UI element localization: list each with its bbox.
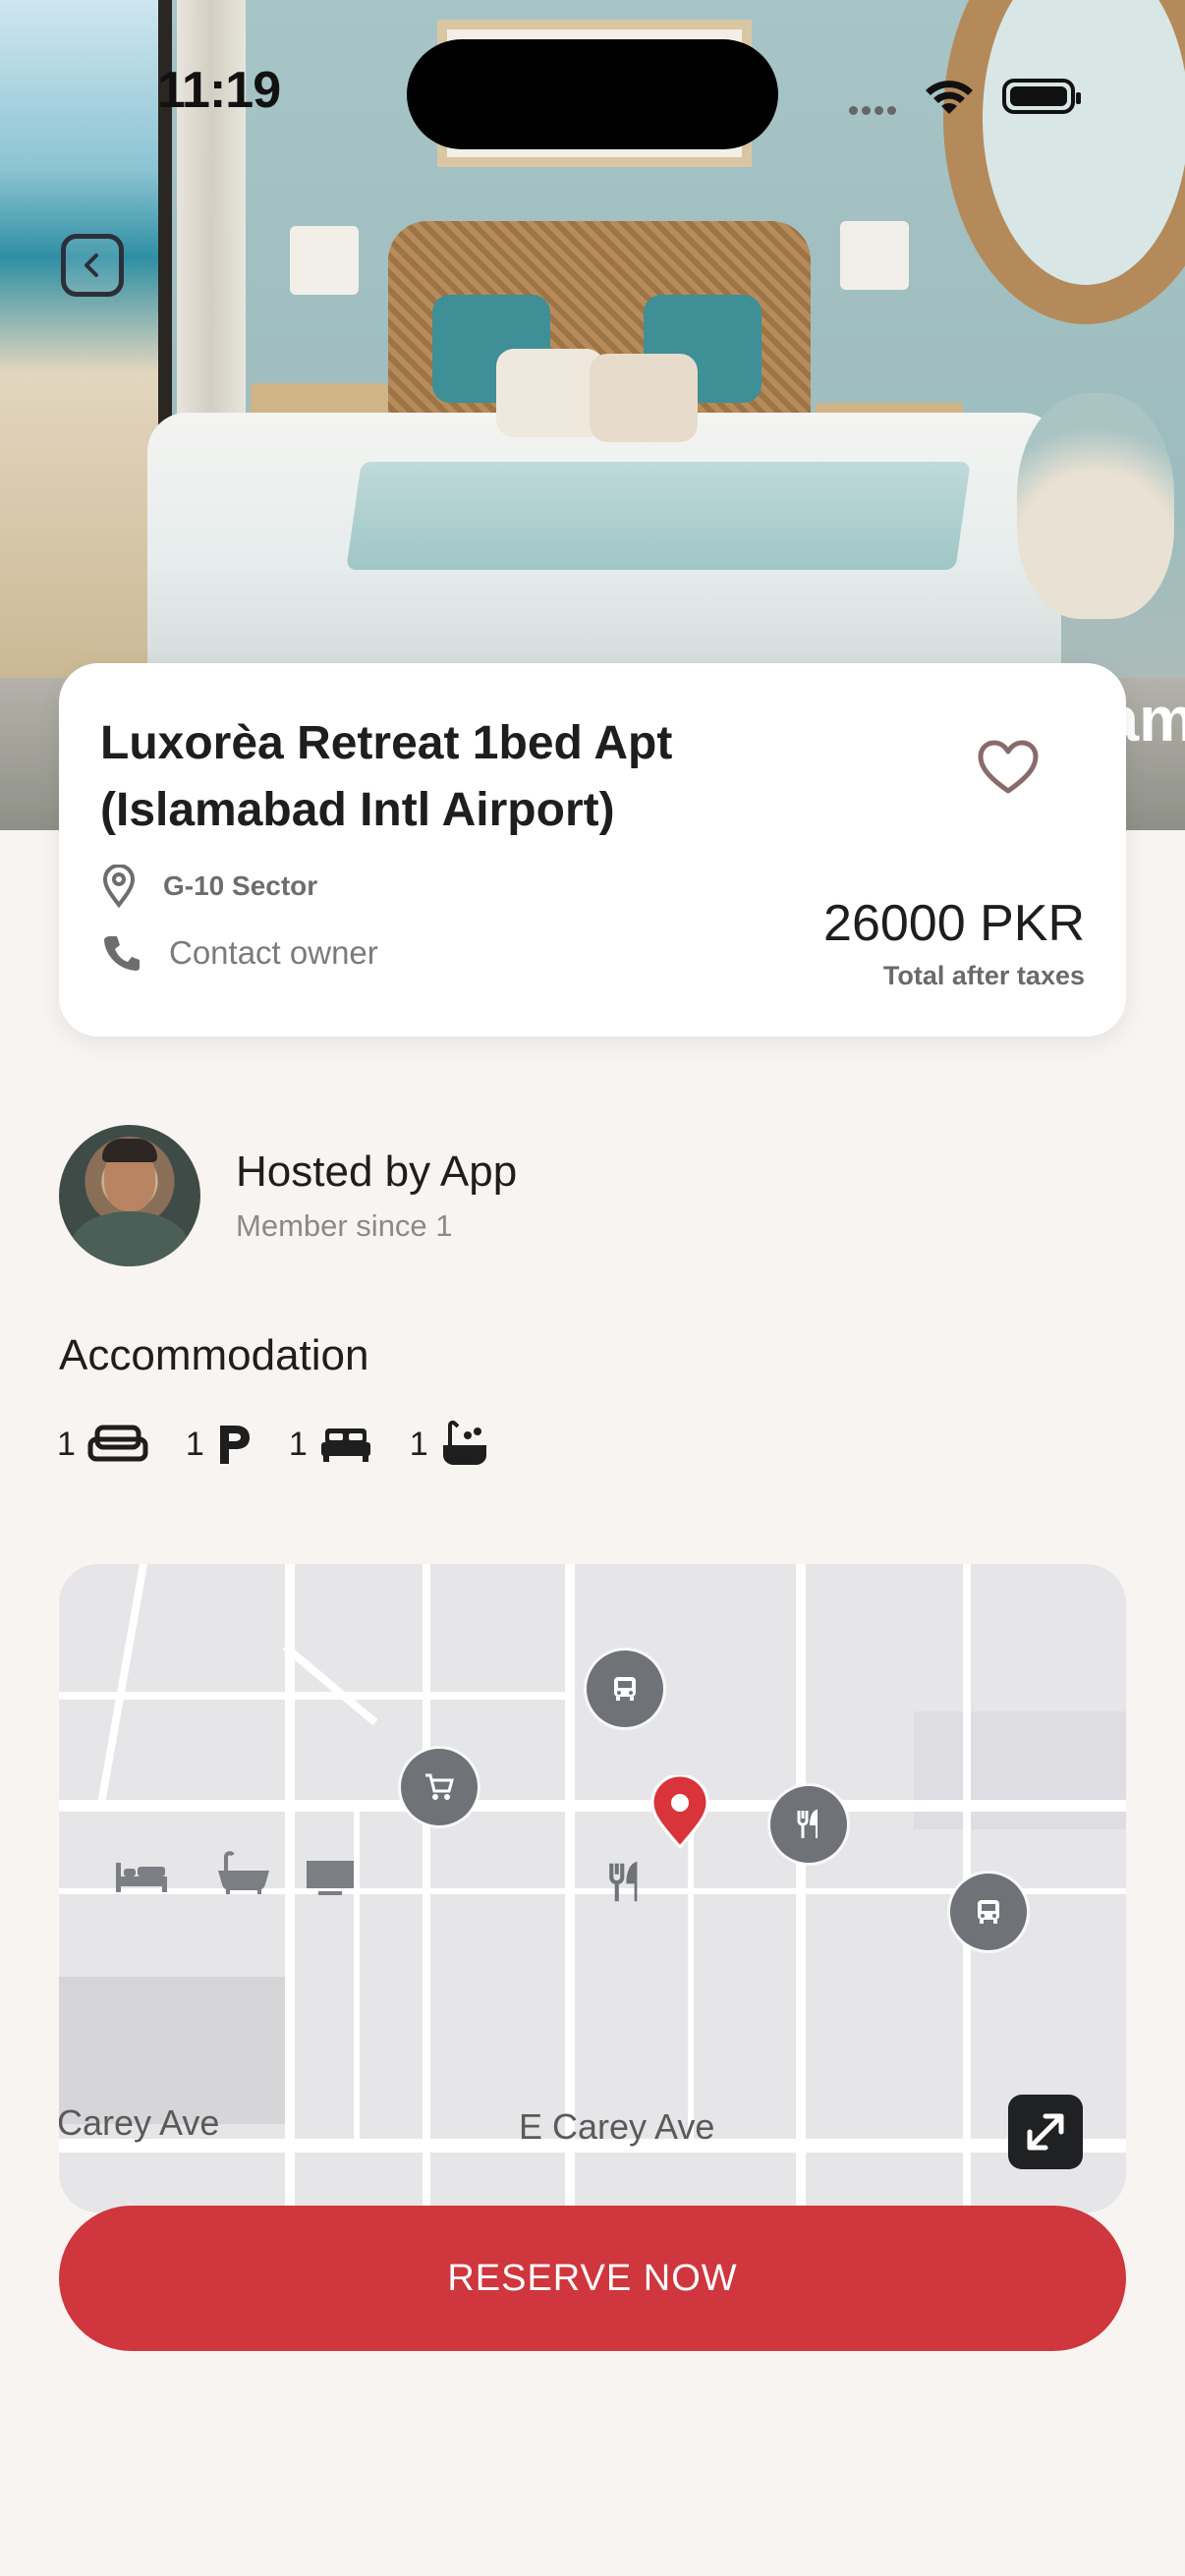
amenity-parking: 1 xyxy=(186,1423,252,1466)
favorite-button[interactable] xyxy=(973,732,1044,803)
amenity-count: 1 xyxy=(409,1425,428,1463)
expand-map-button[interactable] xyxy=(1008,2095,1083,2169)
restaurant-marker[interactable] xyxy=(770,1786,847,1863)
bed-icon xyxy=(320,1428,370,1462)
contact-owner-label: Contact owner xyxy=(169,934,378,971)
shopping-cart-icon xyxy=(425,1773,454,1800)
amenity-count: 1 xyxy=(288,1425,308,1463)
listing-info-card: Luxorèa Retreat 1bed Apt (Islamabad Intl… xyxy=(59,663,1126,1036)
bus-icon xyxy=(614,1677,636,1701)
host-avatar[interactable] xyxy=(59,1125,200,1266)
accommodation-amenities: 1 1 1 1 xyxy=(57,1420,527,1469)
host-name: Hosted by App xyxy=(236,1148,518,1196)
bus-stop-marker[interactable] xyxy=(950,1874,1027,1950)
amenity-bed: 1 xyxy=(289,1425,372,1464)
location-pin-icon[interactable] xyxy=(649,1775,711,1850)
amenity-bathtub: 1 xyxy=(410,1420,489,1469)
accommodation-heading: Accommodation xyxy=(59,1331,369,1379)
amenity-sofa: 1 xyxy=(57,1424,148,1465)
location-map[interactable]: Carey Ave E Carey Ave xyxy=(59,1564,1126,2212)
reserve-now-button[interactable]: RESERVE NOW xyxy=(59,2206,1126,2351)
restaurant-icon xyxy=(797,1809,818,1838)
back-button[interactable] xyxy=(61,234,124,297)
hotel-bed-icon xyxy=(116,1863,167,1892)
host-member-since: Member since 1 xyxy=(236,1208,453,1243)
listing-price: 26000 PKR xyxy=(823,895,1085,952)
dynamic-island xyxy=(407,39,778,149)
amenity-count: 1 xyxy=(185,1425,204,1463)
contact-owner-link[interactable]: Contact owner xyxy=(102,933,378,973)
wifi-icon xyxy=(926,81,973,114)
listing-title: Luxorèa Retreat 1bed Apt (Islamabad Intl… xyxy=(100,717,673,836)
phone-icon xyxy=(104,936,140,971)
location-row: G-10 Sector xyxy=(102,865,317,908)
restaurant-icon xyxy=(609,1861,638,1902)
street-label: Carey Ave xyxy=(59,2102,220,2143)
bathtub-icon xyxy=(442,1420,486,1465)
map-pin-icon xyxy=(102,865,136,908)
amenity-count: 1 xyxy=(57,1425,76,1463)
price-note: Total after taxes xyxy=(882,961,1085,990)
parking-icon xyxy=(219,1426,250,1464)
heart-icon xyxy=(978,740,1039,794)
bus-stop-marker[interactable] xyxy=(587,1651,663,1727)
tv-icon xyxy=(307,1861,354,1895)
street-label: E Carey Ave xyxy=(519,2106,715,2147)
expand-icon xyxy=(1027,2113,1064,2151)
bathtub-icon xyxy=(218,1851,269,1894)
cellular-signal-icon xyxy=(849,102,900,120)
bus-icon xyxy=(978,1900,999,1924)
status-time: 11:19 xyxy=(157,62,281,119)
chevron-left-icon xyxy=(85,253,98,277)
sofa-icon xyxy=(87,1425,148,1462)
battery-icon xyxy=(1002,79,1081,114)
shopping-marker[interactable] xyxy=(401,1749,478,1825)
location-label: G-10 Sector xyxy=(163,870,318,901)
